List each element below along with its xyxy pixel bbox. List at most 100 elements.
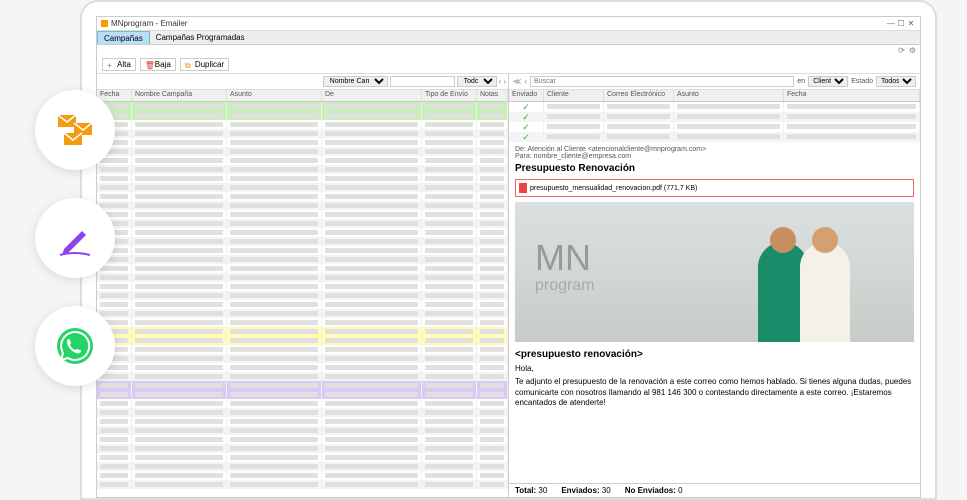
filter-text[interactable] bbox=[390, 76, 455, 87]
col-notas[interactable]: Notas bbox=[477, 90, 508, 101]
col-cliente[interactable]: Cliente bbox=[544, 90, 604, 101]
col-fecha2[interactable]: Fecha bbox=[784, 90, 920, 101]
table-row[interactable] bbox=[97, 318, 508, 327]
table-row[interactable] bbox=[97, 327, 508, 336]
table-row[interactable] bbox=[97, 363, 508, 372]
filter-nombre-campana[interactable]: Nombre Campañ bbox=[323, 76, 388, 87]
table-row[interactable] bbox=[97, 219, 508, 228]
nav-prev-icon[interactable]: ‹ bbox=[524, 77, 527, 86]
trash-icon: 🗑 bbox=[145, 61, 153, 69]
filter-estado[interactable]: Todos bbox=[876, 76, 916, 87]
preview-from: De: Atención al Cliente <atencionalclien… bbox=[515, 146, 914, 153]
table-row[interactable]: ✓ bbox=[509, 122, 920, 132]
maximize-button[interactable]: ☐ bbox=[896, 19, 906, 28]
col-enviado[interactable]: Enviado bbox=[509, 90, 544, 101]
table-row[interactable] bbox=[97, 345, 508, 354]
table-row[interactable] bbox=[97, 453, 508, 462]
pencil-icon bbox=[54, 217, 96, 259]
tab-campanas[interactable]: Campañas bbox=[97, 31, 150, 44]
search-input[interactable] bbox=[530, 76, 794, 87]
attachment-name: presupuesto_mensualidad_renovacion.pdf (… bbox=[530, 185, 697, 192]
table-row[interactable] bbox=[97, 246, 508, 255]
table-row[interactable] bbox=[97, 138, 508, 147]
table-row[interactable] bbox=[97, 480, 508, 489]
refresh-icon[interactable]: ⟳ bbox=[898, 46, 905, 55]
table-row[interactable] bbox=[97, 165, 508, 174]
alta-button[interactable]: +Alta bbox=[102, 58, 136, 71]
table-row[interactable] bbox=[97, 183, 508, 192]
table-row[interactable] bbox=[97, 156, 508, 165]
status-footer: Total: 30 Enviados: 30 No Enviados: 0 bbox=[509, 483, 920, 497]
col-nombre[interactable]: Nombre Campaña bbox=[132, 90, 227, 101]
email-preview: De: Atención al Cliente <atencionalclien… bbox=[509, 142, 920, 483]
col-tipo[interactable]: Tipo de Envío bbox=[422, 90, 477, 101]
tab-bar: Campañas Campañas Programadas bbox=[97, 31, 920, 45]
table-row[interactable] bbox=[97, 462, 508, 471]
feature-edit bbox=[35, 198, 115, 278]
table-row[interactable] bbox=[97, 336, 508, 345]
next-page-icon[interactable]: › bbox=[503, 77, 506, 86]
nav-first-icon[interactable]: ≪ bbox=[513, 77, 521, 86]
table-row[interactable] bbox=[97, 471, 508, 480]
table-row[interactable] bbox=[97, 201, 508, 210]
envelopes-icon bbox=[54, 109, 96, 151]
table-row[interactable] bbox=[97, 435, 508, 444]
app-logo-icon bbox=[101, 20, 108, 27]
duplicar-button[interactable]: ⧉Duplicar bbox=[180, 58, 229, 71]
table-row[interactable] bbox=[97, 444, 508, 453]
col-de[interactable]: De bbox=[322, 90, 422, 101]
table-row[interactable] bbox=[97, 399, 508, 408]
check-icon: ✓ bbox=[509, 122, 544, 132]
people-illustration bbox=[734, 202, 874, 342]
table-row[interactable] bbox=[97, 102, 508, 111]
table-row[interactable] bbox=[97, 264, 508, 273]
table-row[interactable] bbox=[97, 282, 508, 291]
filter-cliente[interactable]: Cliente bbox=[808, 76, 848, 87]
table-row[interactable] bbox=[97, 147, 508, 156]
table-row[interactable] bbox=[97, 417, 508, 426]
table-row[interactable] bbox=[97, 192, 508, 201]
body-greeting: Hola, bbox=[515, 364, 914, 374]
main-split: Nombre Campañ Todos ‹ › Fecha Nombre Cam… bbox=[97, 74, 920, 497]
table-row[interactable] bbox=[97, 129, 508, 138]
table-row[interactable] bbox=[97, 309, 508, 318]
col-asunto2[interactable]: Asunto bbox=[674, 90, 784, 101]
table-row[interactable] bbox=[97, 228, 508, 237]
table-row[interactable] bbox=[97, 300, 508, 309]
tab-campanas-programadas[interactable]: Campañas Programadas bbox=[150, 31, 251, 44]
settings-icon[interactable]: ⚙ bbox=[909, 46, 916, 55]
col-correo[interactable]: Correo Electrónico bbox=[604, 90, 674, 101]
refresh-bar: ⟳ ⚙ bbox=[97, 45, 920, 56]
table-row[interactable]: ✓ bbox=[509, 112, 920, 122]
table-row[interactable] bbox=[97, 237, 508, 246]
titlebar: MNprogram - Emailer — ☐ ✕ bbox=[97, 17, 920, 31]
table-row[interactable] bbox=[97, 120, 508, 129]
table-row[interactable] bbox=[97, 255, 508, 264]
table-row[interactable]: ✓ bbox=[509, 102, 920, 112]
table-row[interactable] bbox=[97, 174, 508, 183]
table-row[interactable] bbox=[97, 390, 508, 399]
table-row[interactable] bbox=[97, 273, 508, 282]
table-row[interactable] bbox=[97, 111, 508, 120]
pdf-icon bbox=[519, 183, 527, 193]
table-row[interactable] bbox=[97, 354, 508, 363]
preview-image bbox=[515, 202, 914, 342]
minimize-button[interactable]: — bbox=[886, 19, 896, 28]
table-row[interactable] bbox=[97, 372, 508, 381]
close-button[interactable]: ✕ bbox=[906, 19, 916, 28]
body-text: Te adjunto el presupuesto de la renovaci… bbox=[515, 377, 914, 408]
filter-todos[interactable]: Todos bbox=[457, 76, 497, 87]
left-filter-bar: Nombre Campañ Todos ‹ › bbox=[97, 74, 508, 90]
table-row[interactable] bbox=[97, 291, 508, 300]
table-row[interactable] bbox=[97, 210, 508, 219]
right-table-header: Enviado Cliente Correo Electrónico Asunt… bbox=[509, 90, 920, 102]
baja-button[interactable]: 🗑Baja bbox=[140, 58, 176, 71]
table-row[interactable] bbox=[97, 408, 508, 417]
table-row[interactable] bbox=[97, 426, 508, 435]
right-filter-bar: ≪ ‹ en Cliente Estado Todos bbox=[509, 74, 920, 90]
prev-page-icon[interactable]: ‹ bbox=[499, 77, 502, 86]
col-asunto[interactable]: Asunto bbox=[227, 90, 322, 101]
table-row[interactable] bbox=[97, 381, 508, 390]
table-row[interactable]: ✓ bbox=[509, 132, 920, 142]
attachment-row[interactable]: presupuesto_mensualidad_renovacion.pdf (… bbox=[515, 179, 914, 197]
